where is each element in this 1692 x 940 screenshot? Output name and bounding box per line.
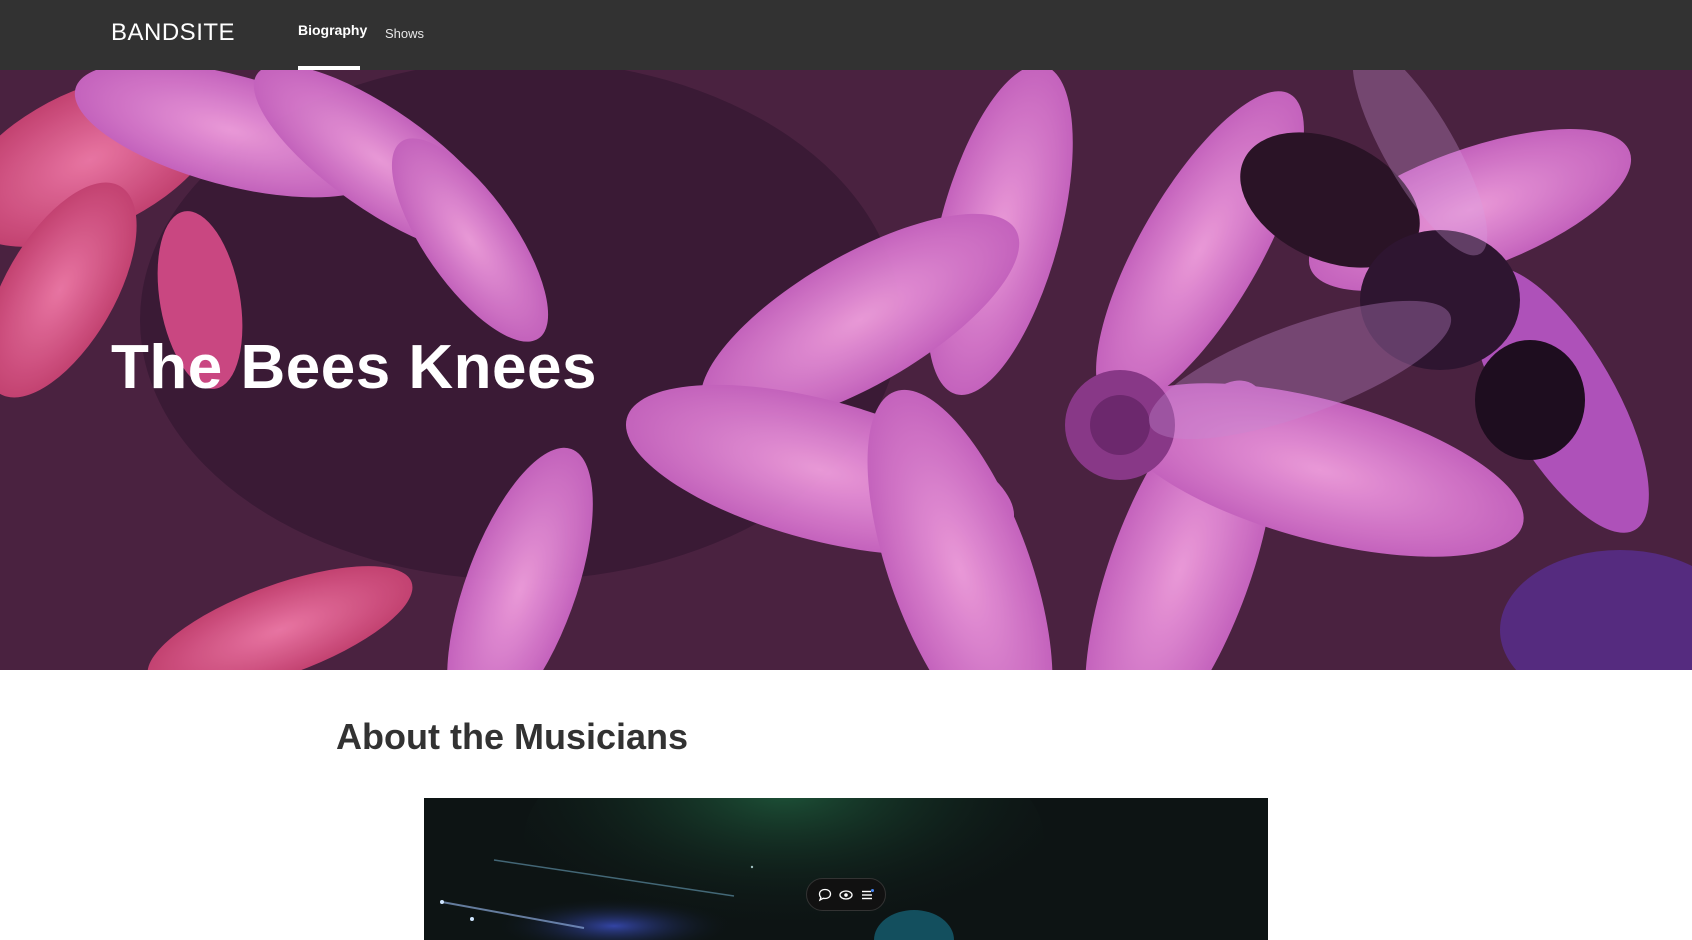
musicians-photo <box>424 798 1268 940</box>
menu-icon[interactable] <box>859 887 875 903</box>
comment-icon[interactable] <box>817 887 833 903</box>
eye-icon[interactable] <box>838 887 854 903</box>
floating-toolbar <box>806 878 886 911</box>
about-section-title: About the Musicians <box>336 716 689 757</box>
nav-link-shows[interactable]: Shows <box>385 26 424 41</box>
top-navbar: BANDSITE Biography Shows <box>0 0 1692 70</box>
nav-link-biography[interactable]: Biography <box>298 22 367 38</box>
hero-banner: The Bees Knees <box>0 70 1692 670</box>
site-logo[interactable]: BANDSITE <box>111 19 235 47</box>
hero-title: The Bees Knees <box>111 333 597 402</box>
